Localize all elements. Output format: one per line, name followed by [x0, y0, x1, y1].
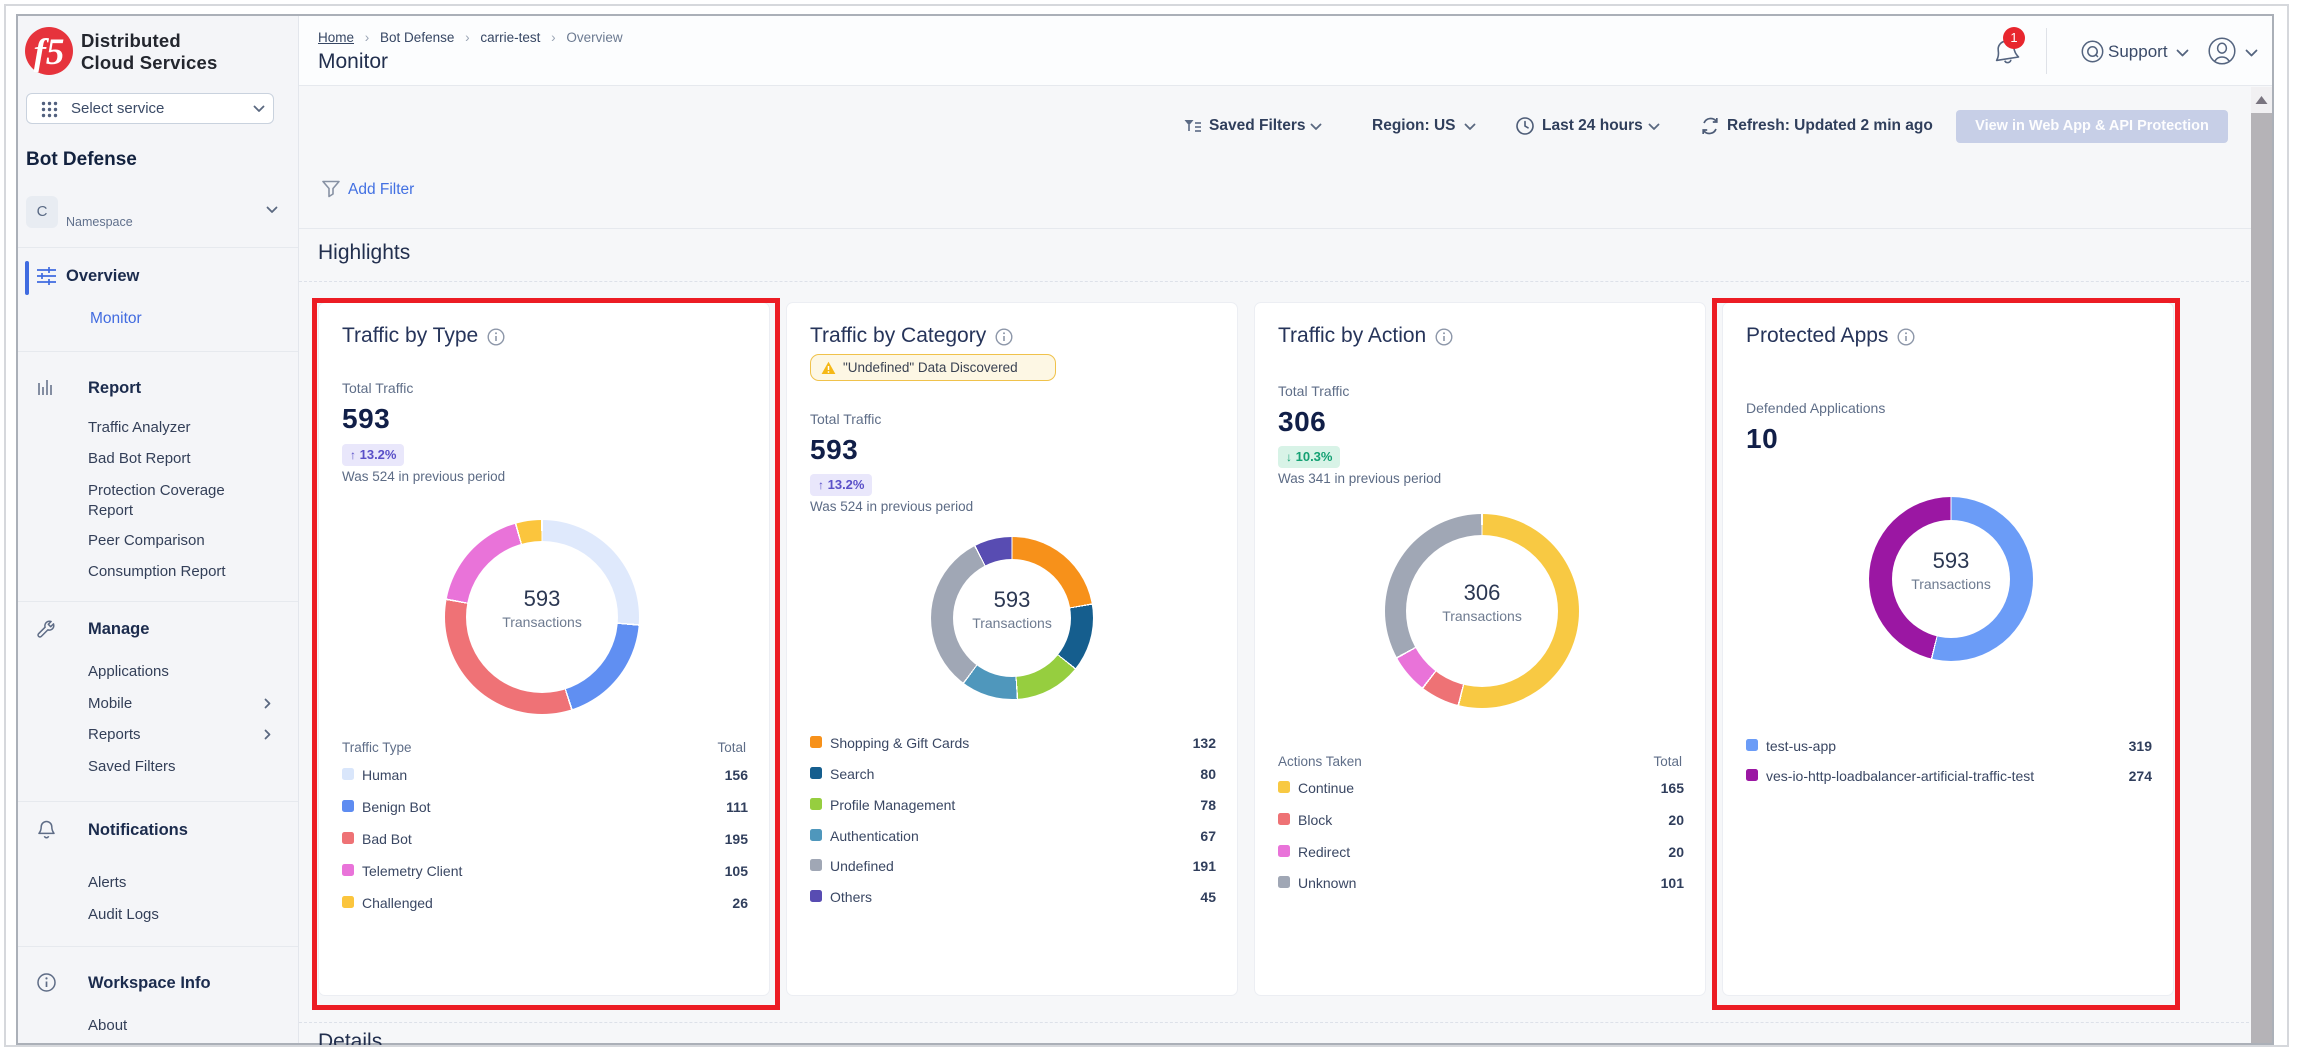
svg-text:f5: f5 — [34, 32, 65, 73]
